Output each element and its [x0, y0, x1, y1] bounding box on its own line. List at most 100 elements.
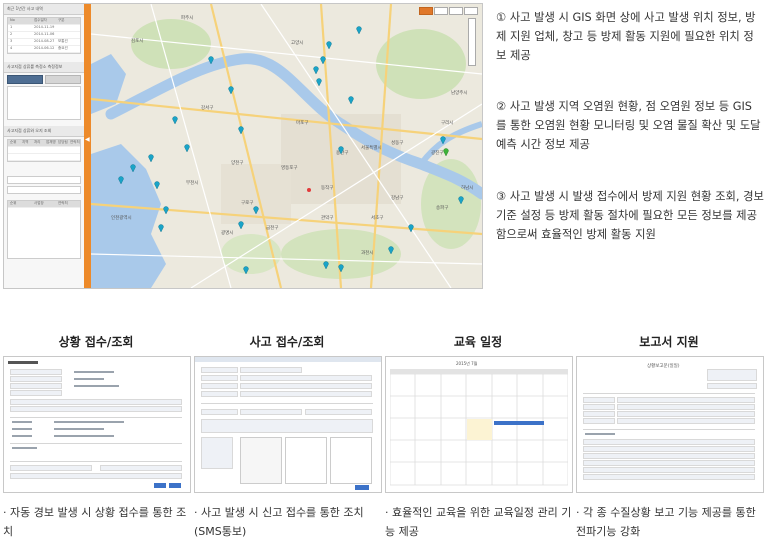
gis-map-screenshot: 최근 1년간 사고 내역 No 접수일자 구분 1 2014-11-19 2 201… [3, 3, 483, 289]
map-svg: 김포시 고양시 파주시 서울특별시 강서구 마포구 영등포구 용산구 성동구 광… [90, 4, 482, 288]
chevron-left-icon: ◀ [85, 136, 90, 143]
description-item-3: ③ 사고 발생 시 발생 접수에서 방제 지원 현황 조회, 경보 기준 설정 … [496, 190, 764, 241]
gis-side-panel: 최근 1년간 사고 내역 No 접수일자 구분 1 2014-11-19 2 201… [4, 4, 85, 288]
cell: 사업장 [34, 201, 44, 205]
card-caption-training: · 효율적인 교육을 위한 교육일정 관리 기능 제공 [385, 506, 572, 538]
calendar-grid [390, 374, 568, 486]
col-date: 접수일자 [34, 18, 47, 22]
map-type-button[interactable] [434, 7, 448, 15]
map-type-button[interactable] [449, 7, 463, 15]
svg-text:송파구: 송파구 [436, 204, 448, 211]
svg-text:관악구: 관악구 [321, 214, 333, 221]
cell: 2014-06-12 [34, 46, 55, 50]
cell: 3 [10, 39, 13, 43]
cell [56, 25, 80, 31]
svg-text:구로구: 구로구 [241, 200, 253, 206]
svg-text:영등포구: 영등포구 [281, 164, 298, 171]
svg-text:서초구: 서초구 [371, 214, 383, 221]
calendar-month: 2015년 7월 [456, 361, 478, 366]
submit-button[interactable] [355, 485, 369, 490]
description-item-1: ① 사고 발생 시 GIS 화면 상에 사고 발생 위치 정보, 방제 지원 업… [496, 11, 756, 62]
filter-field[interactable] [7, 176, 81, 184]
map-zoom-slider[interactable] [468, 18, 476, 66]
svg-text:동작구: 동작구 [321, 184, 333, 191]
accident-history-table: No 접수일자 구분 1 2014-11-19 2 2014-11-06 3 2014… [7, 17, 81, 54]
report-doc-title: 상황보고문(일일) [647, 364, 680, 369]
col-no: No [10, 18, 15, 22]
cell: 보통건 [58, 39, 68, 43]
panel-tab-buttons [7, 75, 81, 84]
cell: 2014-11-19 [34, 25, 55, 29]
svg-text:하남시: 하남시 [461, 184, 473, 191]
table-row[interactable] [8, 154, 80, 161]
cell: 4 [10, 46, 13, 50]
cell: 지역 [22, 140, 29, 144]
tab-button[interactable] [45, 75, 81, 84]
cell: 2014-08-27 [34, 39, 55, 43]
svg-text:구리시: 구리시 [441, 119, 453, 126]
svg-text:금천구: 금천구 [266, 224, 278, 231]
table-row[interactable]: 3 2014-08-27 보통건 [8, 39, 80, 46]
table-row[interactable]: 4 2014-06-12 중요건 [8, 46, 80, 53]
cell: 연락처 [58, 201, 68, 205]
filter-field[interactable] [7, 186, 81, 194]
table-header: 순위 지역 처리 업체명 담당팀 연락처 [8, 140, 80, 147]
table-row[interactable]: 2 2014-11-06 [8, 32, 80, 39]
svg-text:파주시: 파주시 [181, 14, 193, 21]
panel-section-upstream: 사고지점 상류와 오지 조회 [4, 126, 84, 137]
upstream-table: 순위 지역 처리 업체명 담당팀 연락처 [7, 139, 81, 162]
map-toolbar [419, 7, 478, 15]
svg-text:고양시: 고양시 [291, 39, 303, 46]
measure-result-box [7, 86, 81, 120]
description-item-2: ② 사고 발생 지역 오염원 현황, 점 오염원 정보 등 GIS 를 통한 오… [496, 100, 761, 151]
calendar-screenshot: 2015년 7월 [385, 356, 573, 493]
svg-text:양천구: 양천구 [231, 159, 243, 166]
svg-text:인천광역시: 인천광역시 [111, 214, 132, 221]
svg-text:광명시: 광명시 [221, 229, 233, 236]
svg-text:남양주시: 남양주시 [451, 89, 468, 96]
svg-text:김포시: 김포시 [131, 37, 143, 44]
cell: 2014-11-06 [34, 32, 55, 36]
panel-section-measure: 사고지점 상류를 측정소 측정정보 [4, 62, 84, 73]
close-button[interactable] [169, 483, 181, 488]
table-header: No 접수일자 구분 [8, 18, 80, 25]
cell: 연락처 [70, 140, 80, 144]
card-title-report: 보고서 지원 [639, 335, 699, 349]
cell: 중요건 [58, 46, 68, 50]
map-type-button[interactable] [464, 7, 478, 15]
cell [56, 32, 80, 38]
card-caption-accident: · 사고 발생 시 신고 접수를 통한 조치 (SMS통보) [194, 506, 364, 538]
incident-marker [307, 188, 311, 192]
col-type: 구분 [58, 18, 65, 22]
svg-text:강남구: 강남구 [391, 194, 403, 201]
cell: 순위 [10, 140, 17, 144]
card-caption-situation: · 자동 경보 발생 시 상황 접수를 통한 조치 [3, 506, 187, 538]
svg-text:부천시: 부천시 [186, 179, 198, 186]
svg-text:과천시: 과천시 [361, 249, 373, 256]
svg-text:강서구: 강서구 [201, 104, 213, 111]
svg-text:성동구: 성동구 [391, 139, 403, 146]
map-type-button[interactable] [419, 7, 433, 15]
card-title-accident: 사고 접수/조회 [249, 335, 325, 349]
map-canvas[interactable]: 김포시 고양시 파주시 서울특별시 강서구 마포구 영등포구 용산구 성동구 광… [90, 4, 482, 288]
svg-text:광진구: 광진구 [431, 149, 443, 156]
table-row[interactable]: 1 2014-11-19 [8, 25, 80, 32]
panel-title: 최근 1년간 사고 내역 [4, 4, 84, 15]
report-screenshot: 상황보고문(일일) [576, 356, 764, 493]
company-table: 순위 사업장 연락처 [7, 200, 81, 259]
cell: 순위 [10, 201, 17, 205]
accident-screenshot [194, 356, 382, 493]
card-title-situation: 상황 접수/조회 [58, 335, 134, 349]
save-button[interactable] [154, 483, 166, 488]
tab-button[interactable] [7, 75, 43, 84]
card-caption-report: · 각 종 수질상황 보고 기능 제공를 통한 전파기능 강화 [576, 506, 756, 538]
card-title-training: 교육 일정 [453, 335, 503, 349]
svg-text:마포구: 마포구 [296, 119, 308, 126]
cell: 처리 [34, 140, 41, 144]
panel-collapse-handle[interactable]: ◀ [84, 4, 91, 288]
cell: 담당팀 [58, 140, 68, 144]
cell: 업체명 [46, 140, 56, 144]
cell: 2 [10, 32, 13, 36]
table-header: 순위 사업장 연락처 [8, 201, 80, 208]
table-row[interactable] [8, 147, 80, 154]
